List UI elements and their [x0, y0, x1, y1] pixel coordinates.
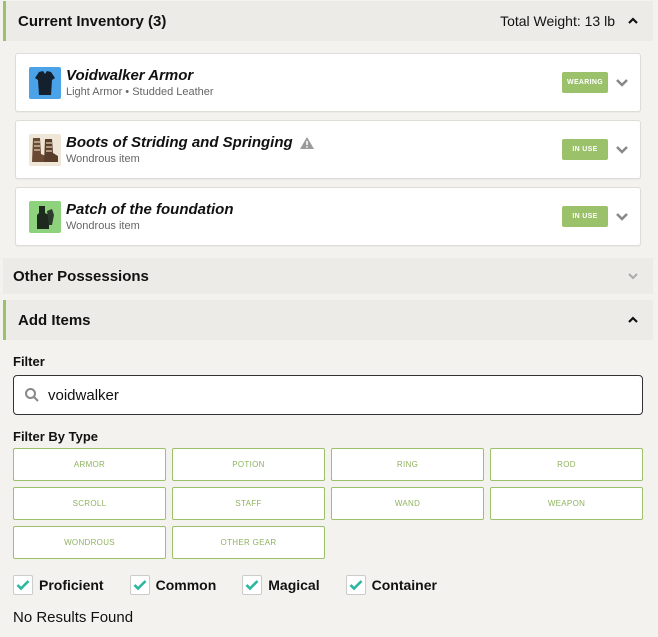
type-button-armor[interactable]: ARMOR [13, 448, 166, 481]
check-icon[interactable] [129, 575, 150, 595]
checkbox-label: Magical [268, 577, 320, 593]
type-filter-grid: ARMOR POTION RING ROD SCROLL STAFF WAND … [13, 448, 643, 559]
check-icon[interactable] [345, 575, 366, 595]
checkbox-proficient[interactable]: Proficient [13, 575, 104, 595]
checkbox-container[interactable]: Container [345, 575, 437, 595]
filter-by-type-label: Filter By Type [13, 429, 99, 444]
item-subtitle: Wondrous item [66, 220, 140, 232]
type-button-scroll[interactable]: SCROLL [13, 487, 166, 520]
item-name: Voidwalker Armor [66, 67, 194, 84]
checkbox-label: Proficient [39, 577, 104, 593]
filter-field[interactable] [13, 375, 643, 415]
inventory-item-patch[interactable]: Patch of the foundation Wondrous item IN… [15, 187, 641, 246]
chevron-up-icon[interactable] [627, 314, 639, 326]
warning-icon [299, 136, 314, 149]
item-name: Patch of the foundation [66, 201, 234, 218]
inventory-list: Voidwalker Armor Light Armor • Studded L… [3, 41, 653, 258]
type-button-rod[interactable]: ROD [490, 448, 643, 481]
type-button-wand[interactable]: WAND [331, 487, 484, 520]
type-button-staff[interactable]: STAFF [172, 487, 325, 520]
inventory-item-voidwalker-armor[interactable]: Voidwalker Armor Light Armor • Studded L… [15, 53, 641, 112]
checkbox-common[interactable]: Common [129, 575, 217, 595]
chevron-down-icon[interactable] [614, 75, 630, 91]
checkbox-magical[interactable]: Magical [242, 575, 320, 595]
boots-icon [29, 133, 61, 166]
filter-input[interactable] [48, 386, 628, 404]
type-button-potion[interactable]: POTION [172, 448, 325, 481]
type-button-weapon[interactable]: WEAPON [490, 487, 643, 520]
filter-label: Filter [13, 354, 45, 369]
type-button-wondrous[interactable]: WONDROUS [13, 526, 166, 559]
item-subtitle: Wondrous item [66, 153, 140, 165]
other-possessions-title: Other Possessions [13, 267, 149, 285]
search-icon [25, 388, 39, 402]
chevron-down-icon[interactable] [614, 142, 630, 158]
chevron-up-icon[interactable] [627, 15, 639, 27]
current-inventory-header[interactable]: Current Inventory (3) Total Weight: 13 l… [3, 1, 653, 41]
patch-icon [29, 200, 61, 233]
current-inventory-title: Current Inventory (3) [18, 12, 167, 30]
add-items-body: Filter Filter By Type ARMOR POTION RING … [3, 340, 653, 626]
check-icon[interactable] [242, 575, 263, 595]
type-button-other-gear[interactable]: OTHER GEAR [172, 526, 325, 559]
chevron-down-icon[interactable] [627, 270, 639, 282]
filter-checkboxes: Proficient Common Magical Container [13, 575, 643, 595]
inventory-panel: Current Inventory (3) Total Weight: 13 l… [3, 1, 653, 626]
add-items-title: Add Items [18, 311, 91, 329]
add-items-header[interactable]: Add Items [3, 300, 653, 340]
type-button-ring[interactable]: RING [331, 448, 484, 481]
chevron-down-icon[interactable] [614, 209, 630, 225]
status-badge[interactable]: WEARING [562, 72, 608, 93]
item-subtitle: Light Armor • Studded Leather [66, 86, 214, 98]
inventory-item-boots[interactable]: Boots of Striding and Springing Wondrous… [15, 120, 641, 179]
item-name: Boots of Striding and Springing [66, 134, 293, 151]
no-results-text: No Results Found [13, 609, 134, 626]
status-badge[interactable]: IN USE [562, 206, 608, 227]
total-weight: Total Weight: 13 lb [500, 13, 615, 29]
checkbox-label: Common [155, 577, 217, 593]
check-icon[interactable] [13, 575, 33, 595]
checkbox-label: Container [371, 577, 437, 593]
other-possessions-header[interactable]: Other Possessions [3, 258, 653, 294]
armor-icon [29, 66, 61, 99]
status-badge[interactable]: IN USE [562, 139, 608, 160]
